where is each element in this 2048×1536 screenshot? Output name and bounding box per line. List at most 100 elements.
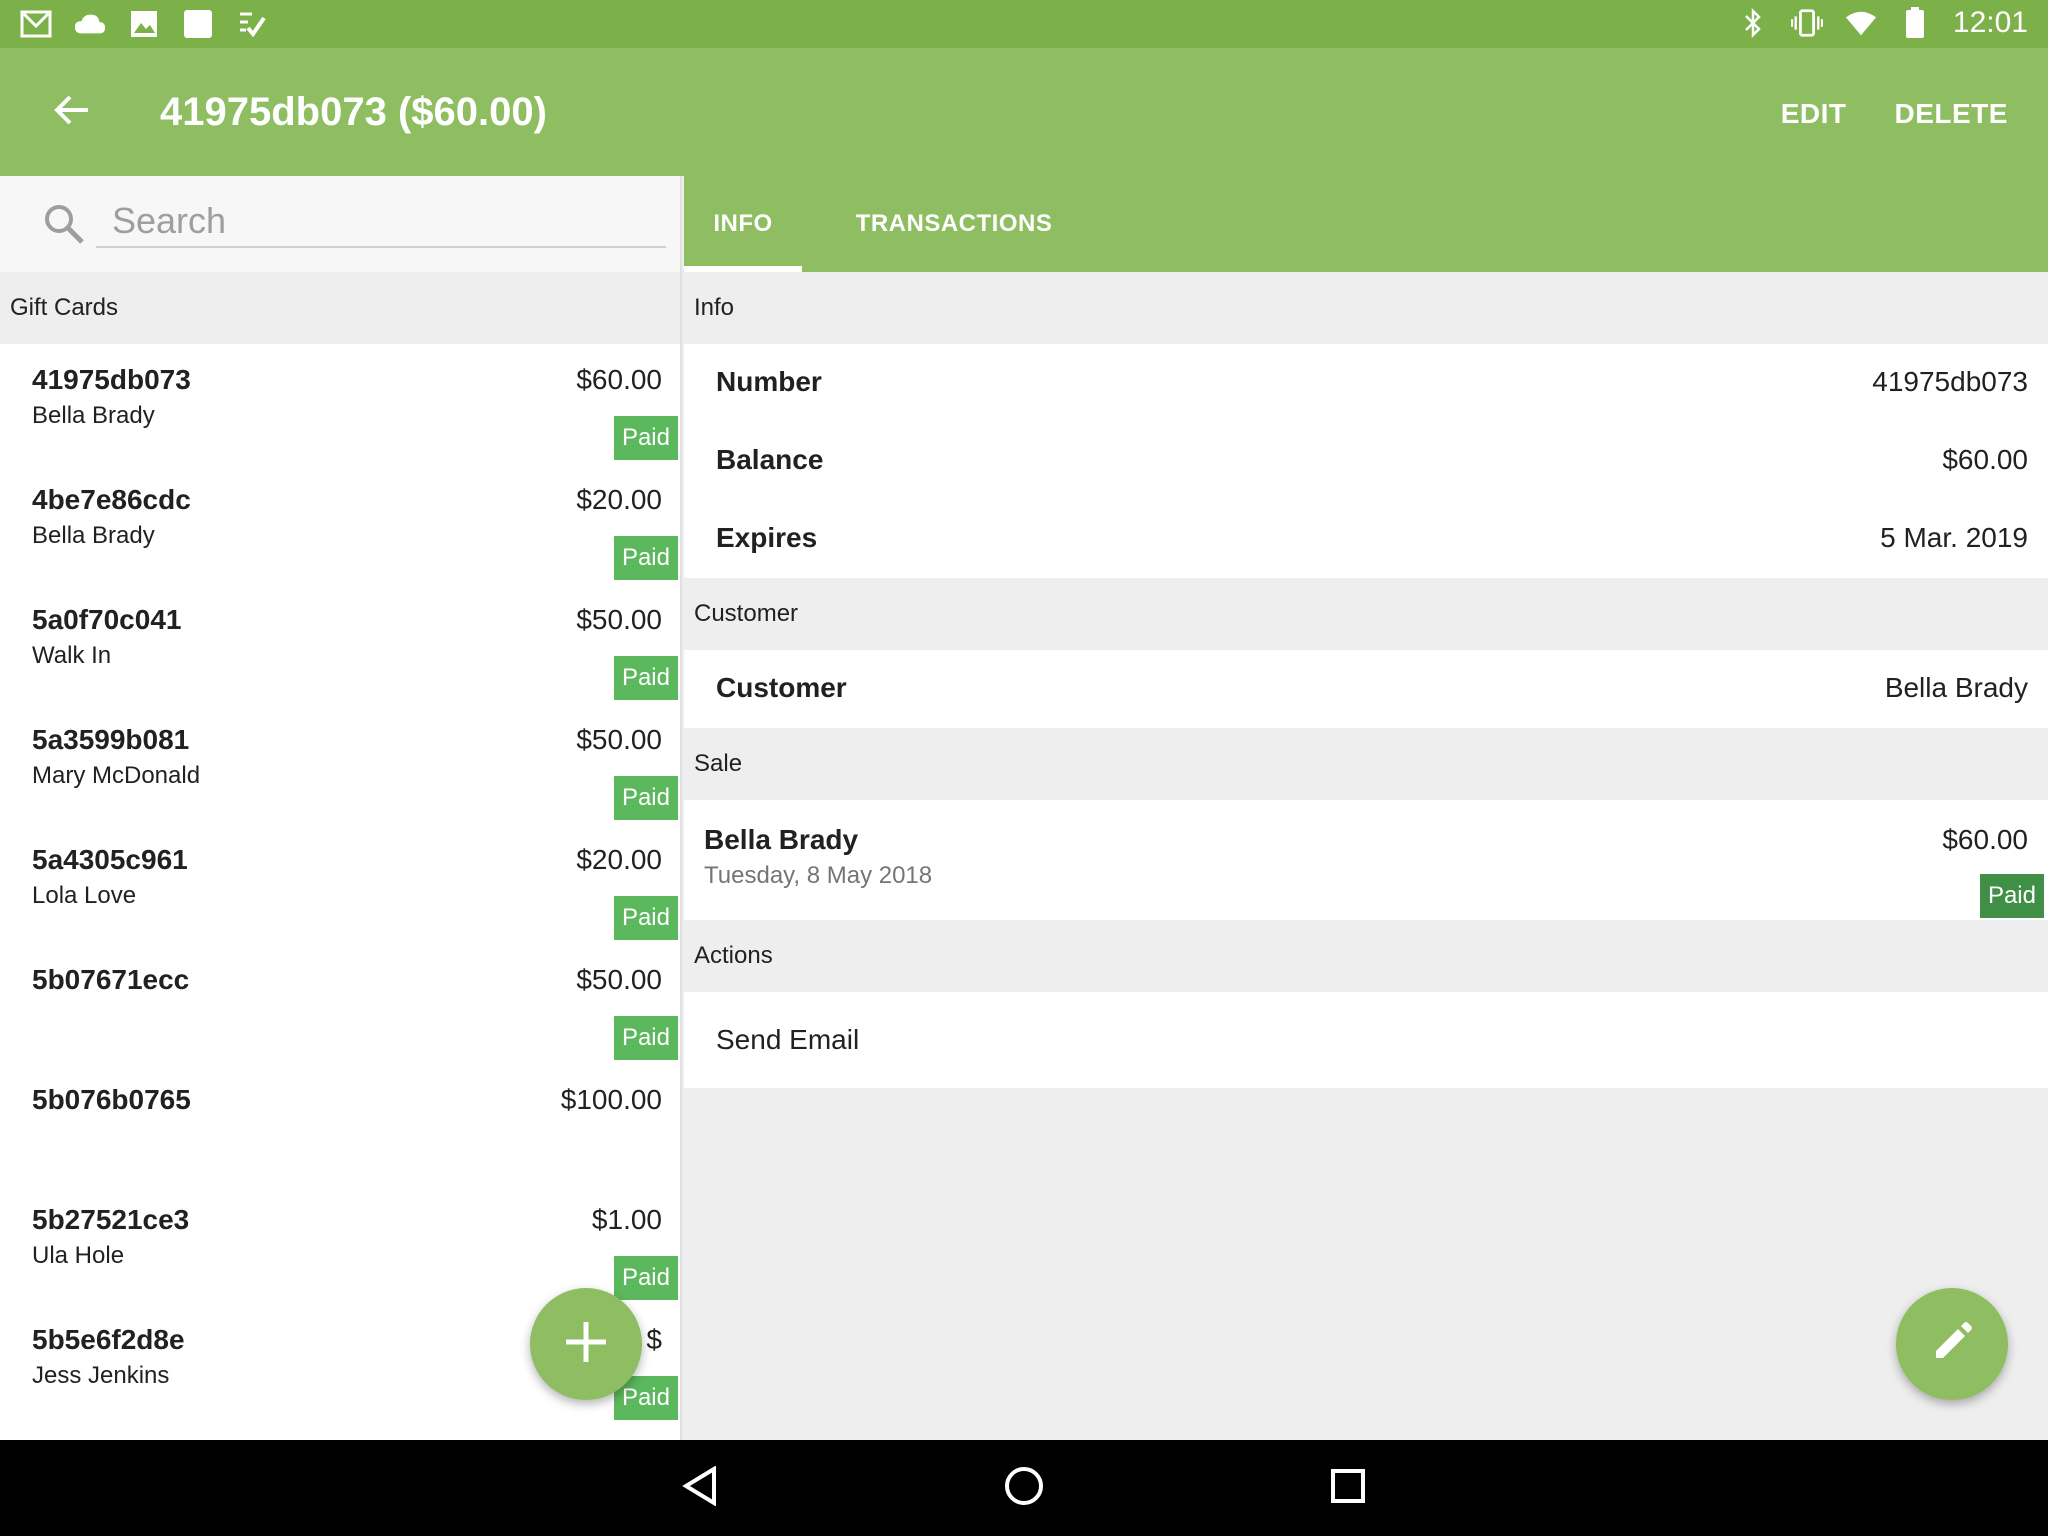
gift-card-list-panel: Gift Cards 41975db073 Bella Brady $60.00…: [0, 176, 682, 1440]
wifi-icon: [1845, 7, 1877, 39]
card-customer: Bella Brady: [32, 402, 155, 429]
card-amount: $60.00: [576, 364, 662, 395]
card-amount: $100.00: [560, 1084, 662, 1115]
status-badge: Paid: [613, 896, 678, 940]
info-section-header: Info: [684, 272, 2048, 344]
battery-icon: [1899, 7, 1931, 39]
send-email-label: Send Email: [716, 1024, 860, 1055]
card-number: 5a4305c961: [32, 844, 188, 875]
number-label: Number: [716, 366, 822, 397]
tab-transactions[interactable]: TRANSACTIONS: [834, 176, 1074, 272]
image-icon: [128, 8, 160, 40]
status-badge: Paid: [613, 776, 678, 820]
tab-info[interactable]: INFO: [684, 176, 802, 272]
card-customer: Lola Love: [32, 882, 137, 909]
card-amount: $50.00: [576, 724, 662, 755]
card-customer: Bella Brady: [32, 522, 155, 549]
customer-row: Customer Bella Brady: [684, 650, 2048, 728]
back-button[interactable]: [44, 88, 100, 136]
list-item[interactable]: 5b27521ce3 Ula Hole $1.00 Paid: [0, 1184, 680, 1304]
info-block: Number 41975db073 Balance $60.00 Expires…: [684, 344, 2048, 578]
arrow-back-icon: [54, 94, 90, 131]
card-number: 5b5e6f2d8e: [32, 1324, 185, 1355]
customer-block[interactable]: Customer Bella Brady: [684, 650, 2048, 728]
square-recents-icon: [1330, 1468, 1366, 1509]
status-badge: Paid: [613, 1256, 678, 1300]
search-input[interactable]: [96, 196, 666, 248]
navigation-bar: [0, 1440, 2048, 1536]
number-row: Number 41975db073: [684, 344, 2048, 422]
card-number: 5b076b0765: [32, 1084, 191, 1115]
nav-home-button[interactable]: [1000, 1464, 1048, 1512]
card-customer: Walk In: [32, 642, 112, 669]
status-badge: Paid: [613, 536, 678, 580]
sale-row[interactable]: Bella Brady Tuesday, 8 May 2018 $60.00 P…: [684, 800, 2048, 920]
add-gift-card-button[interactable]: [530, 1288, 642, 1400]
card-amount: $20.00: [576, 484, 662, 515]
expires-label: Expires: [716, 522, 818, 553]
vibrate-icon: [1790, 7, 1823, 39]
balance-row: Balance $60.00: [684, 422, 2048, 500]
sale-date: Tuesday, 8 May 2018: [704, 862, 933, 889]
edit-fab-button[interactable]: [1896, 1288, 2008, 1400]
pencil-icon: [1930, 1320, 1974, 1369]
circle-home-icon: [1004, 1466, 1044, 1511]
delete-button[interactable]: DELETE: [1895, 98, 2008, 130]
card-number: 5a0f70c041: [32, 604, 182, 635]
nav-recents-button[interactable]: [1324, 1464, 1372, 1512]
search-bar: [0, 176, 680, 272]
expires-row: Expires 5 Mar. 2019: [684, 500, 2048, 578]
square-app-icon: [182, 8, 214, 40]
actions-section-header: Actions: [684, 920, 2048, 992]
card-customer: Mary McDonald: [32, 762, 201, 789]
expires-value: 5 Mar. 2019: [1880, 522, 2028, 553]
card-amount: $: [646, 1324, 662, 1355]
gift-cards-header: Gift Cards: [0, 272, 680, 344]
bluetooth-icon: [1737, 7, 1769, 39]
search-icon: [42, 202, 86, 246]
balance-label: Balance: [716, 444, 824, 475]
gift-card-list: 41975db073 Bella Brady $60.00 Paid 4be7e…: [0, 344, 680, 1424]
list-item[interactable]: 5a4305c961 Lola Love $20.00 Paid: [0, 824, 680, 944]
balance-value: $60.00: [1942, 444, 2028, 475]
detail-tabs: INFO TRANSACTIONS: [684, 176, 2048, 272]
sale-amount: $60.00: [1942, 824, 2028, 855]
page-title: 41975db073 ($60.00): [160, 90, 547, 134]
status-badge: Paid: [613, 1016, 678, 1060]
card-number: 5b27521ce3: [32, 1204, 190, 1235]
card-amount: $50.00: [576, 964, 662, 995]
plus-icon: [562, 1318, 610, 1371]
list-item[interactable]: 5b076b0765 $100.00: [0, 1064, 680, 1184]
sale-customer-name: Bella Brady: [704, 824, 859, 855]
card-amount: $20.00: [576, 844, 662, 875]
send-email-row[interactable]: Send Email: [684, 992, 2048, 1088]
status-badge: Paid: [1979, 874, 2044, 918]
customer-value: Bella Brady: [1884, 672, 2028, 703]
cloud-icon: [74, 8, 106, 40]
card-number: 5a3599b081: [32, 724, 190, 755]
status-badge: Paid: [613, 416, 678, 460]
nav-back-button[interactable]: [676, 1464, 724, 1512]
card-customer: Jess Jenkins: [32, 1362, 170, 1389]
card-number: 41975db073: [32, 364, 191, 395]
gift-card-detail-panel: INFO TRANSACTIONS Info Number 41975db073…: [684, 176, 2048, 1440]
card-customer: Ula Hole: [32, 1242, 125, 1269]
card-number: 5b07671ecc: [32, 964, 190, 995]
gmail-icon: [20, 8, 52, 40]
sale-section-header: Sale: [684, 728, 2048, 800]
list-item[interactable]: 5a3599b081 Mary McDonald $50.00 Paid: [0, 704, 680, 824]
checklist-icon: [236, 8, 268, 40]
list-item[interactable]: 5b07671ecc $50.00 Paid: [0, 944, 680, 1064]
list-item[interactable]: 41975db073 Bella Brady $60.00 Paid: [0, 344, 680, 464]
card-amount: $1.00: [591, 1204, 662, 1235]
triangle-back-icon: [682, 1464, 718, 1511]
number-value: 41975db073: [1872, 366, 2028, 397]
list-item[interactable]: 4be7e86cdc Bella Brady $20.00 Paid: [0, 464, 680, 584]
card-amount: $50.00: [576, 604, 662, 635]
customer-section-header: Customer: [684, 578, 2048, 650]
status-badge: Paid: [613, 656, 678, 700]
list-item[interactable]: 5a0f70c041 Walk In $50.00 Paid: [0, 584, 680, 704]
edit-button[interactable]: EDIT: [1781, 98, 1847, 130]
app-bar: 41975db073 ($60.00) EDIT DELETE: [0, 48, 2048, 176]
customer-label: Customer: [716, 672, 847, 703]
